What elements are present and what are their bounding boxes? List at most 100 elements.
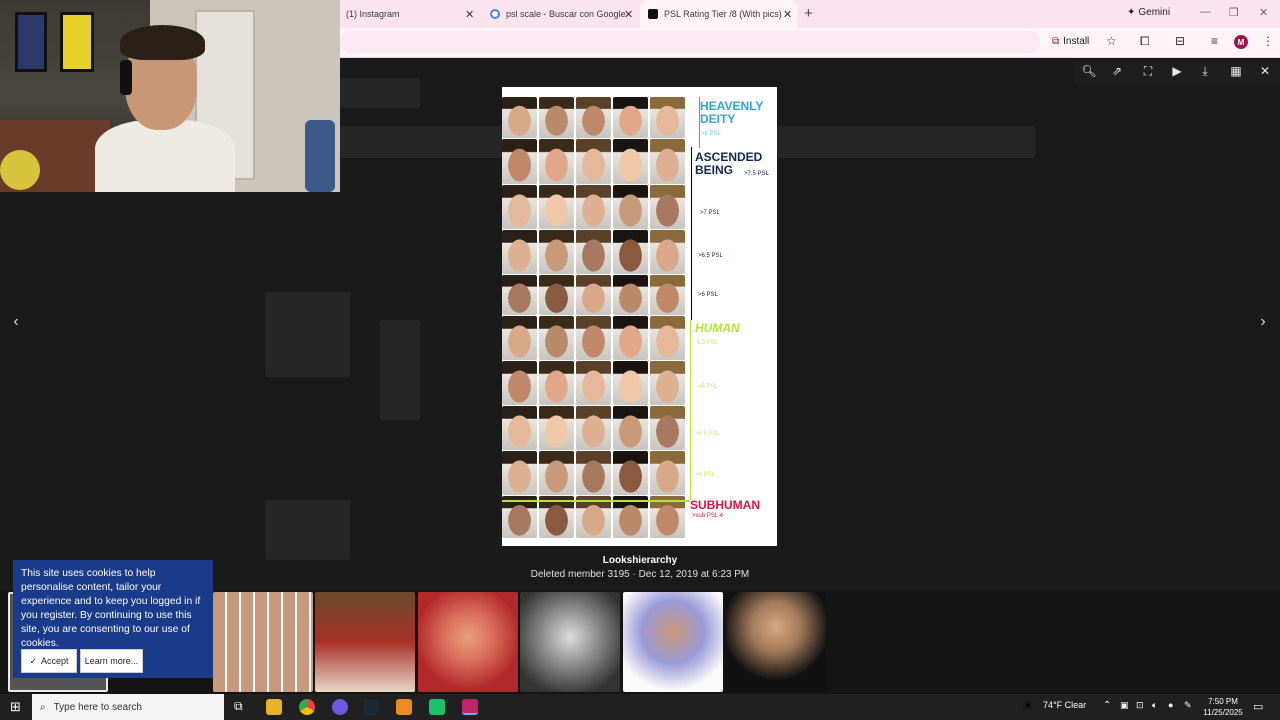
- psl-level: >7 PSL: [700, 210, 720, 216]
- media-icon[interactable]: ≡: [1211, 34, 1218, 48]
- face-row: [502, 230, 690, 274]
- webcam-person-body: [95, 120, 235, 192]
- face-photo: [613, 406, 648, 450]
- cookie-accept-button[interactable]: ✓ Accept: [21, 649, 77, 673]
- tab-instagram[interactable]: (1) Instagram ✕: [341, 0, 481, 28]
- thumbnail[interactable]: [213, 592, 313, 692]
- weather-text[interactable]: 74°F Clear: [1043, 700, 1086, 710]
- face-photo: [613, 451, 648, 495]
- pen-icon[interactable]: ✎: [1184, 700, 1192, 711]
- face-photo: [539, 361, 574, 405]
- tab-google-search[interactable]: psl scale - Buscar con Google ✕: [482, 0, 637, 28]
- extensions-icon[interactable]: ⧠: [1140, 34, 1150, 49]
- open-external-icon[interactable]: ⇗: [1109, 64, 1125, 78]
- face-photo: [576, 230, 611, 274]
- face-photo: [502, 275, 537, 315]
- task-view-icon[interactable]: ⧉: [234, 699, 243, 714]
- gemini-button[interactable]: ✦ Gemini: [1127, 7, 1170, 18]
- thumbnail[interactable]: [315, 592, 415, 692]
- face-photo: [502, 230, 537, 274]
- site-logo-blurred: [340, 78, 420, 108]
- face-photo: [613, 139, 648, 184]
- tier-name: HEAVENLY: [700, 99, 764, 113]
- face-photo: [576, 451, 611, 495]
- window-close-icon[interactable]: ✕: [1259, 6, 1268, 19]
- network-icon[interactable]: ⊡: [1136, 700, 1144, 711]
- notifications-icon[interactable]: ▭: [1253, 700, 1263, 713]
- face-photo: [576, 406, 611, 450]
- gemini-icon: ✦: [1127, 7, 1136, 18]
- zoom-icon[interactable]: 🔍︎: [1081, 64, 1097, 78]
- thumbnail[interactable]: [418, 592, 518, 692]
- maximize-icon[interactable]: ❐: [1229, 6, 1239, 19]
- tray-chevron-icon[interactable]: ⌃: [1103, 700, 1111, 711]
- webcam-headset: [120, 60, 132, 95]
- clock[interactable]: 7:50 PM 11/25/2025: [1201, 696, 1245, 718]
- close-icon[interactable]: ✕: [465, 8, 474, 21]
- thumbnail[interactable]: [520, 592, 620, 692]
- tier-psl: >sub PSL 4: [692, 513, 723, 519]
- tab-psl-rating[interactable]: PSL Rating Tier /8 (With pics) | L ✕: [640, 0, 798, 28]
- face-photo: [650, 451, 685, 495]
- close-icon[interactable]: ✕: [783, 8, 792, 21]
- face-photo: [539, 406, 574, 450]
- face-photo: [576, 496, 611, 538]
- face-photo: [539, 275, 574, 315]
- face-photo: [650, 496, 685, 538]
- psl-level: >4 PSL: [695, 472, 715, 478]
- cookie-learn-more-button[interactable]: Learn more...: [80, 649, 143, 673]
- face-photo: [539, 139, 574, 184]
- new-tab-button[interactable]: +: [804, 5, 813, 22]
- bookmark-star-icon[interactable]: ☆: [1106, 34, 1117, 48]
- menu-kebab-icon[interactable]: ⋮: [1262, 34, 1274, 48]
- face-photo: [576, 97, 611, 138]
- tier-human: HUMAN: [695, 322, 740, 335]
- face-photo: [502, 496, 537, 538]
- minimize-icon[interactable]: —: [1200, 6, 1211, 18]
- lightbox-image[interactable]: HEAVENLY DEITY >8 PSL ASCENDED BEING >7.…: [502, 87, 777, 546]
- download-icon[interactable]: ⤓: [1197, 64, 1213, 79]
- volume-icon[interactable]: 🔈︎: [1152, 700, 1157, 711]
- close-icon[interactable]: ✕: [1257, 64, 1273, 78]
- thumbnail[interactable]: [726, 592, 826, 692]
- close-icon[interactable]: ✕: [624, 8, 633, 21]
- taskbar-search-box[interactable]: ⌕ Type here to search: [32, 694, 224, 720]
- windows-start-icon[interactable]: ⊞: [10, 699, 21, 715]
- avatar-blurred-2: [265, 500, 350, 560]
- chrome-icon[interactable]: [299, 699, 315, 715]
- face-photo: [650, 185, 685, 229]
- app-icon[interactable]: [396, 699, 412, 715]
- webcam-jersey-frame: [60, 12, 94, 72]
- tray-icon[interactable]: ▣: [1120, 700, 1129, 711]
- face-photo: [502, 97, 537, 138]
- face-photo: [576, 139, 611, 184]
- prev-image-button[interactable]: ‹: [6, 313, 26, 331]
- face-photo: [613, 185, 648, 229]
- tier-psl: >8 PSL: [701, 131, 721, 137]
- thumbnail[interactable]: [623, 592, 723, 692]
- grid-icon[interactable]: ▦: [1228, 64, 1244, 78]
- play-icon[interactable]: ▶: [1169, 64, 1185, 78]
- webcam-jersey-frame: [15, 12, 47, 72]
- discord-icon[interactable]: [332, 699, 348, 715]
- chrome-profile-icon[interactable]: [462, 699, 478, 715]
- install-icon: ⧉: [1052, 36, 1060, 47]
- app-icon[interactable]: [429, 699, 445, 715]
- file-explorer-icon[interactable]: [266, 699, 282, 715]
- tab-label: psl scale - Buscar con Google: [506, 9, 626, 19]
- face-photo: [539, 97, 574, 138]
- face-photo: [613, 230, 648, 274]
- face-photo: [613, 275, 648, 315]
- address-bar[interactable]: [340, 31, 1040, 53]
- mic-icon[interactable]: ●: [1168, 700, 1173, 710]
- webcam-overlay: [0, 0, 340, 192]
- face-photo: [613, 496, 648, 538]
- steam-icon[interactable]: [363, 699, 379, 715]
- tab-search-icon[interactable]: ⊟: [1175, 34, 1185, 48]
- face-photo: [539, 185, 574, 229]
- tab-label: PSL Rating Tier /8 (With pics) | L: [664, 9, 784, 19]
- fullscreen-icon[interactable]: ⛶: [1140, 64, 1156, 79]
- next-image-button[interactable]: ›: [1253, 313, 1273, 331]
- avatar[interactable]: M: [1234, 35, 1248, 49]
- install-button[interactable]: ⧉ Install: [1052, 36, 1089, 47]
